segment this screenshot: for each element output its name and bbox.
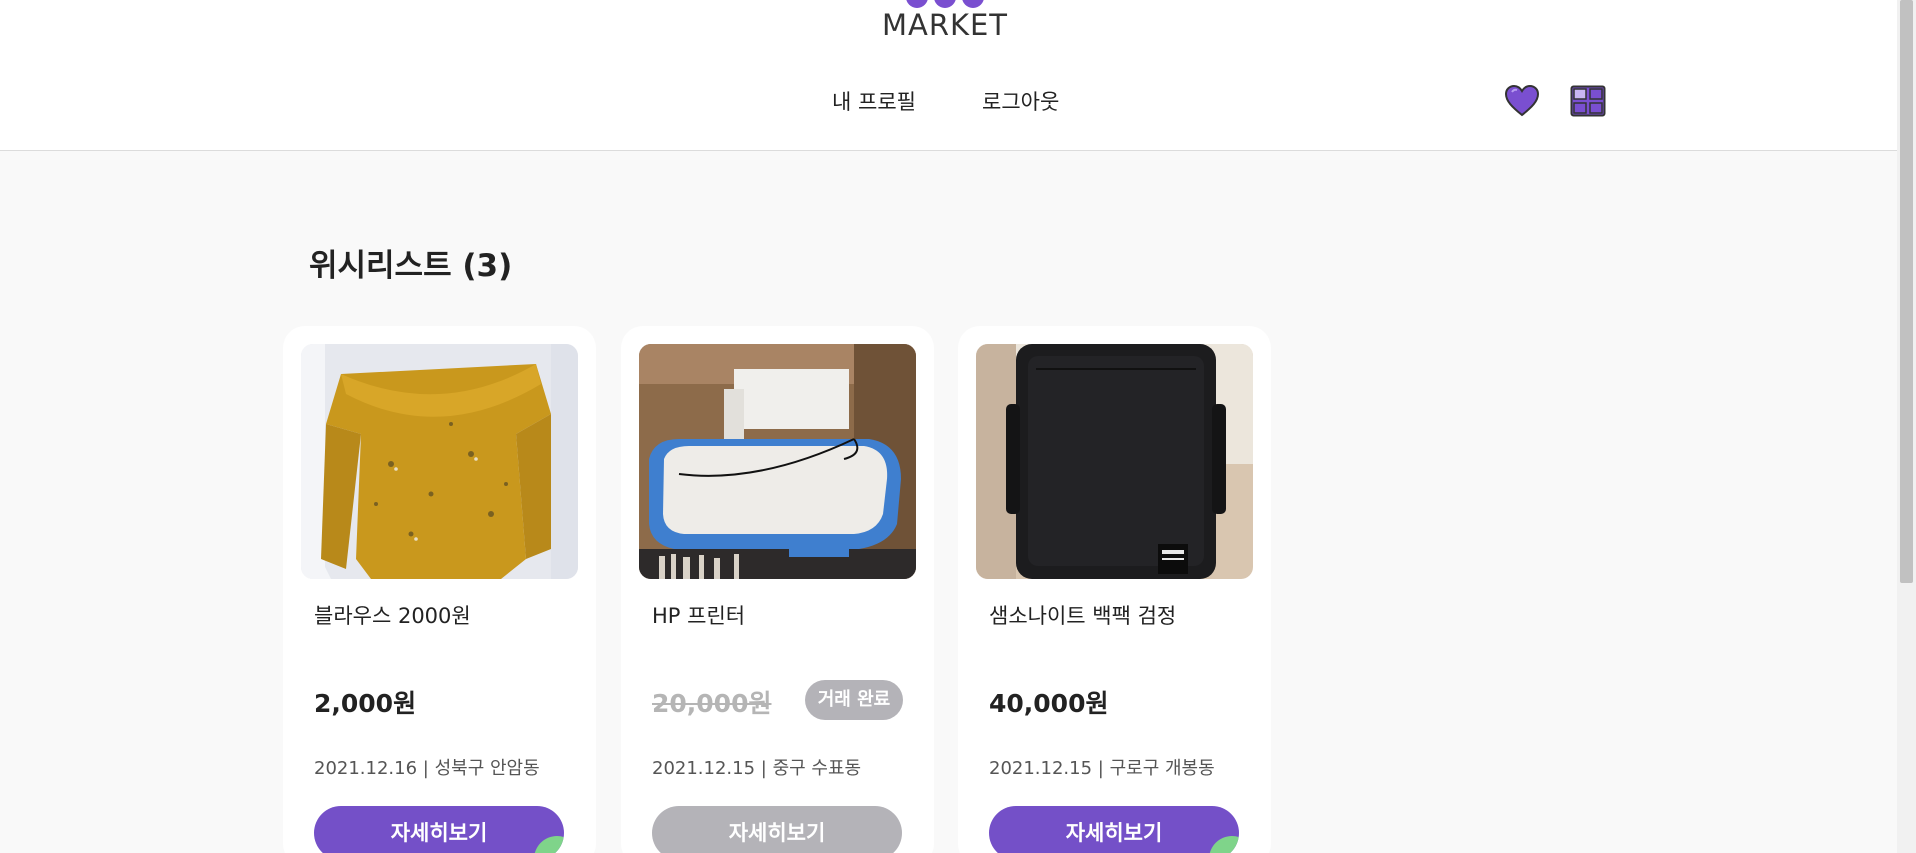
sold-status-badge: 거래 완료 — [805, 680, 903, 720]
product-image-printer[interactable] — [639, 344, 916, 579]
view-details-label: 자세히보기 — [728, 821, 826, 845]
nav-my-profile-link[interactable]: 내 프로필 — [832, 86, 916, 116]
view-details-button[interactable]: 자세히보기 — [989, 806, 1239, 853]
corner-decoration — [1209, 836, 1239, 853]
nav-logout-link[interactable]: 로그아웃 — [982, 86, 1059, 116]
header: MARKET 내 프로필 로그아웃 — [0, 0, 1897, 151]
heart-icon[interactable] — [1504, 84, 1540, 118]
wishlist-card: HP 프린터 20,000원 거래 완료 2021.12.15 | 중구 수표동… — [621, 326, 934, 853]
item-title[interactable]: HP 프린터 — [652, 600, 745, 630]
grid-icon[interactable] — [1570, 85, 1606, 117]
product-image-backpack[interactable] — [976, 344, 1253, 579]
logo-text: MARKET — [881, 8, 1009, 42]
logo[interactable]: MARKET — [880, 0, 1010, 48]
wishlist-card: 샘소나이트 백팩 검정 40,000원 2021.12.15 | 구로구 개봉동… — [958, 326, 1271, 853]
view-details-label: 자세히보기 — [390, 821, 488, 845]
view-details-button[interactable]: 자세히보기 — [314, 806, 564, 853]
corner-decoration — [534, 836, 564, 853]
page-scrollbar[interactable] — [1897, 0, 1916, 853]
item-price: 2,000원 — [314, 689, 417, 718]
logo-mark — [900, 0, 990, 8]
item-price: 40,000원 — [989, 689, 1109, 718]
view-details-label: 자세히보기 — [1065, 821, 1163, 845]
page-title: 위시리스트 (3) — [309, 248, 513, 284]
item-title[interactable]: 샘소나이트 백팩 검정 — [989, 600, 1176, 630]
item-meta: 2021.12.15 | 구로구 개봉동 — [989, 758, 1215, 779]
item-meta: 2021.12.16 | 성북구 안암동 — [314, 758, 540, 779]
item-title[interactable]: 블라우스 2000원 — [314, 600, 471, 630]
item-meta: 2021.12.15 | 중구 수표동 — [652, 758, 862, 779]
wishlist-card: 블라우스 2000원 2,000원 2021.12.16 | 성북구 안암동 자… — [283, 326, 596, 853]
item-price-sold: 20,000원 — [652, 689, 772, 718]
scroll-thumb[interactable] — [1900, 0, 1913, 583]
product-image-blouse[interactable] — [301, 344, 578, 579]
view-details-button[interactable]: 자세히보기 — [652, 806, 902, 853]
